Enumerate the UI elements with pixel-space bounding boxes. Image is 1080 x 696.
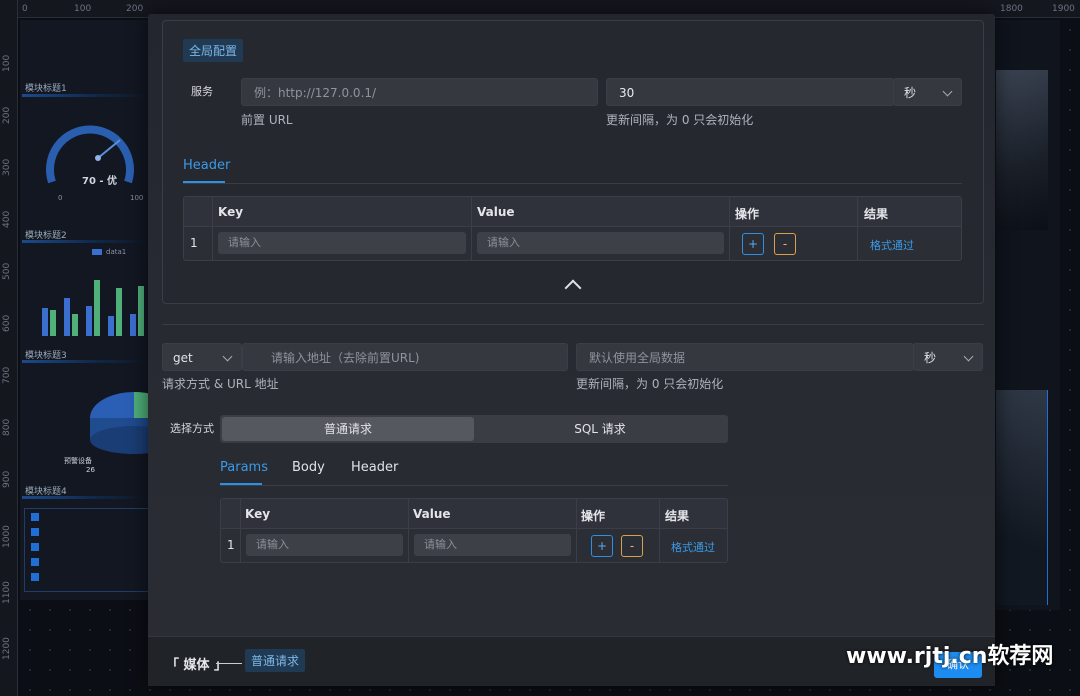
site-watermark: www.rjtj.cn软荐网 <box>846 644 1054 669</box>
bar-chart-preview <box>42 280 144 336</box>
footer-connector-line <box>216 663 242 664</box>
section-divider <box>162 324 984 325</box>
module-title-bar <box>22 360 148 363</box>
table-preview <box>24 508 150 592</box>
add-row-button[interactable]: + <box>742 233 764 255</box>
method-select[interactable]: get <box>162 343 242 371</box>
method-help: 请求方式 & URL 地址 <box>162 377 279 391</box>
global-config-card: 全局配置 服务 例：http://127.0.0.1/ 前置 URL 30 秒 … <box>162 20 984 304</box>
interval-input[interactable]: 30 <box>606 78 894 106</box>
ruler-tick: 1100 <box>2 581 12 604</box>
column-header-value: Value <box>413 507 451 521</box>
preview-image <box>996 390 1048 605</box>
ruler-tick: 1200 <box>2 637 12 660</box>
result-status-link[interactable]: 格式通过 <box>671 539 715 555</box>
base-url-help: 前置 URL <box>241 113 293 127</box>
gauge-chart <box>46 125 134 184</box>
ruler-tick: 1000 <box>2 525 12 548</box>
pie-value: 26 <box>86 466 95 474</box>
service-label: 服务 <box>191 85 213 98</box>
key-input[interactable]: 请输入 <box>218 232 466 254</box>
ruler-tick: 900 <box>2 470 12 488</box>
module-title-bar <box>22 240 148 243</box>
column-header-result: 结果 <box>665 509 690 523</box>
legend-swatch <box>92 249 102 255</box>
ruler-tick: 200 <box>126 4 144 14</box>
mode-sql-request[interactable]: SQL 请求 <box>474 417 726 441</box>
request-config-modal: 全局配置 服务 例：http://127.0.0.1/ 前置 URL 30 秒 … <box>148 14 995 686</box>
tab-header[interactable]: Header <box>183 158 230 173</box>
request-type-chip: 普通请求 <box>245 649 306 672</box>
module-title-bar <box>22 94 148 97</box>
chevron-up-icon[interactable] <box>564 279 582 297</box>
legend-label: data1 <box>106 248 127 256</box>
tab-body[interactable]: Body <box>292 460 325 475</box>
tab-header[interactable]: Header <box>351 460 398 475</box>
chevron-down-icon <box>963 351 974 362</box>
ruler-tick: 0 <box>22 4 28 14</box>
interval-help: 更新间隔，为 0 只会初始化 <box>606 113 754 127</box>
global-config-chip: 全局配置 <box>183 39 244 62</box>
column-header-value: Value <box>477 205 515 219</box>
value-input[interactable]: 请输入 <box>477 232 724 254</box>
request-interval-input[interactable]: 默认使用全局数据 <box>576 343 914 371</box>
table-header-row: Key Value 操作 结果 <box>184 197 961 227</box>
row-index: 1 <box>190 236 198 250</box>
base-url-input[interactable]: 例：http://127.0.0.1/ <box>241 78 598 106</box>
ruler-tick: 200 <box>2 106 12 124</box>
value-input[interactable]: 请输入 <box>414 534 571 556</box>
ruler-left: 100 200 300 400 500 600 700 800 900 1000… <box>0 0 18 696</box>
module-title-bar <box>22 496 148 499</box>
chevron-down-icon <box>942 86 953 97</box>
gauge-value: 70 - 优 <box>82 176 118 187</box>
ruler-tick: 100 <box>2 54 12 72</box>
request-interval-unit-select[interactable]: 秒 <box>913 343 983 371</box>
gauge-min: 0 <box>58 194 63 202</box>
request-url-input[interactable]: 请输入地址（去除前置URL) <box>242 343 568 371</box>
module-title: 模块标题1 <box>25 84 67 94</box>
method-value: get <box>173 351 193 365</box>
request-mode-segmented: 普通请求 SQL 请求 <box>220 415 728 443</box>
ruler-tick: 300 <box>2 158 12 176</box>
header-params-table: Key Value 操作 结果 1 请输入 请输入 + - 格式通过 <box>183 196 962 261</box>
request-interval-help: 更新间隔，为 0 只会初始化 <box>576 377 724 391</box>
params-table: Key Value 操作 结果 1 请输入 请输入 + - 格式通过 <box>220 498 728 563</box>
chevron-down-icon <box>222 351 233 362</box>
table-header-row: Key Value 操作 结果 <box>221 499 727 529</box>
ruler-tick: 600 <box>2 314 12 332</box>
column-header-result: 结果 <box>864 207 889 221</box>
remove-row-button[interactable]: - <box>774 233 796 255</box>
select-mode-label: 选择方式 <box>170 422 214 435</box>
ruler-tick: 500 <box>2 262 12 280</box>
interval-unit-select[interactable]: 秒 <box>893 78 962 106</box>
pie-chart-preview <box>90 392 150 454</box>
preview-image <box>996 70 1048 230</box>
dashboard-preview-left: 模块标题1 70 - 优 0 100 模块标题2 data1 模块标题3 预警设… <box>20 20 150 600</box>
ruler-tick: 700 <box>2 366 12 384</box>
result-status-link[interactable]: 格式通过 <box>870 237 914 253</box>
ruler-tick: 100 <box>74 4 92 14</box>
tabs-divider <box>183 183 962 184</box>
request-interval-unit-value: 秒 <box>924 351 937 365</box>
tabs-divider <box>220 485 728 486</box>
add-row-button[interactable]: + <box>591 535 613 557</box>
column-header-actions: 操作 <box>735 207 760 221</box>
key-input[interactable]: 请输入 <box>246 534 403 556</box>
remove-row-button[interactable]: - <box>621 535 643 557</box>
mode-normal-request[interactable]: 普通请求 <box>222 417 474 441</box>
tab-params[interactable]: Params <box>220 460 268 475</box>
ruler-tick: 800 <box>2 418 12 436</box>
pie-label: 预警设备 <box>64 457 92 465</box>
interval-unit-value: 秒 <box>904 86 917 100</box>
column-header-key: Key <box>245 507 271 521</box>
ruler-tick: 1900 <box>1052 4 1075 14</box>
gauge-max: 100 <box>130 194 144 202</box>
ruler-tick: 400 <box>2 210 12 228</box>
ruler-tick: 1800 <box>1000 4 1023 14</box>
column-header-key: Key <box>218 205 244 219</box>
row-index: 1 <box>227 538 235 552</box>
column-header-actions: 操作 <box>581 509 606 523</box>
